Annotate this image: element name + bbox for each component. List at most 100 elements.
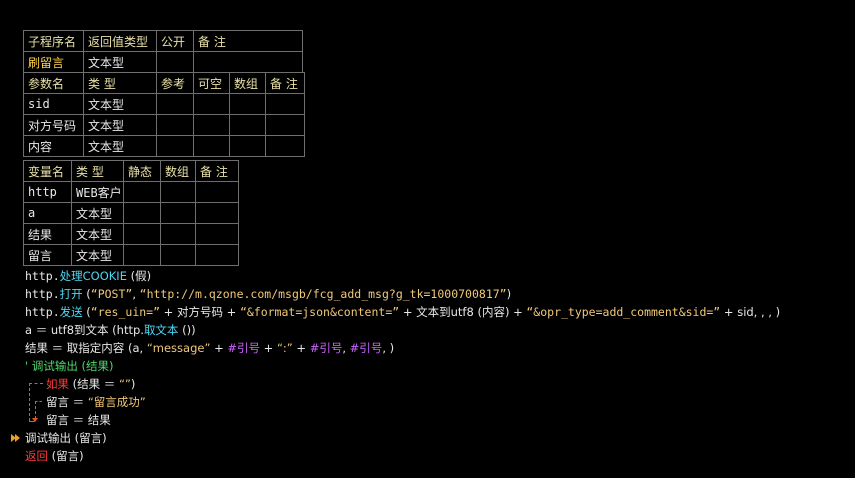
code-text: +: [260, 341, 277, 355]
var-name-cell[interactable]: http: [23, 181, 72, 203]
code-line-assign-success[interactable]: 留言 ＝ “留言成功”: [46, 394, 146, 410]
code-object: http.: [25, 305, 60, 319]
param-remark-cell[interactable]: [265, 135, 305, 157]
var-array-cell[interactable]: [160, 202, 196, 224]
param-remark-cell[interactable]: [265, 93, 305, 115]
table-row[interactable]: http WEB客户: [23, 181, 239, 203]
table-row[interactable]: 结果 文本型: [23, 223, 239, 245]
param-nullable-cell[interactable]: [193, 135, 230, 157]
var-static-cell[interactable]: [123, 181, 161, 203]
code-command: 处理COOKIE: [59, 269, 127, 283]
var-name-cell[interactable]: 结果: [23, 223, 72, 245]
public-cell[interactable]: [156, 51, 194, 73]
var-type-cell[interactable]: 文本型: [71, 223, 124, 245]
code-text: (结果 ＝: [69, 377, 119, 391]
code-keyword: 如果: [46, 377, 69, 391]
param-ref-cell[interactable]: [156, 93, 194, 115]
param-type-cell[interactable]: 文本型: [83, 135, 157, 157]
param-array-cell[interactable]: [229, 135, 266, 157]
code-string: “res_uin=”: [90, 305, 161, 319]
param-ref-cell[interactable]: [156, 135, 194, 157]
code-text: ): [130, 377, 136, 391]
param-nullable-cell[interactable]: [193, 114, 230, 136]
code-string: “message”: [146, 341, 211, 355]
var-array-cell[interactable]: [160, 181, 196, 203]
header-return-type: 返回值类型: [83, 30, 157, 52]
var-type-cell[interactable]: 文本型: [71, 244, 124, 266]
code-text: ): [506, 287, 512, 301]
code-text: + sid, , , ): [720, 305, 781, 319]
param-name-cell[interactable]: 内容: [23, 135, 84, 157]
flow-line-if: [29, 383, 30, 421]
param-type-cell[interactable]: 文本型: [83, 93, 157, 115]
table-row[interactable]: 内容 文本型: [23, 135, 305, 157]
code-text: (: [82, 305, 91, 319]
param-name-cell[interactable]: sid: [23, 93, 84, 115]
var-remark-cell[interactable]: [195, 223, 239, 245]
code-text: , ): [382, 341, 395, 355]
code-line-comment-debug[interactable]: ' 调试输出 (结果): [25, 358, 113, 374]
var-static-cell[interactable]: [123, 244, 161, 266]
code-string: “:”: [276, 341, 293, 355]
code-text: a ＝ utf8到文本 (http.: [25, 323, 144, 337]
code-line-if[interactable]: 如果 (结果 ＝ “”): [46, 376, 135, 392]
code-string: “&format=json&content=”: [239, 305, 400, 319]
header-nullable: 可空: [193, 72, 230, 94]
var-remark-cell[interactable]: [195, 244, 239, 266]
code-text: + 文本到utf8 (内容) +: [399, 305, 527, 319]
var-remark-cell[interactable]: [195, 202, 239, 224]
code-text: ,: [132, 287, 140, 301]
code-line-return[interactable]: 返回 (留言): [25, 448, 84, 464]
flow-line-then: [35, 401, 42, 402]
param-ref-cell[interactable]: [156, 114, 194, 136]
params-table: 参数名 类 型 参考 可空 数组 备 注 sid 文本型 对方号码 文本型 内容…: [23, 72, 305, 157]
header-static: 静态: [123, 160, 161, 182]
code-text: 留言 ＝: [46, 395, 88, 409]
code-text: + 对方号码 +: [160, 305, 240, 319]
param-nullable-cell[interactable]: [193, 93, 230, 115]
code-line-open[interactable]: http.打开 (“POST”, “http://m.qzone.com/msg…: [25, 286, 511, 302]
param-name-cell[interactable]: 对方号码: [23, 114, 84, 136]
code-line-assign-message[interactable]: 留言 ＝ 结果: [46, 412, 111, 428]
flow-line-then: [35, 401, 36, 419]
var-static-cell[interactable]: [123, 202, 161, 224]
code-constant: #引号: [349, 341, 383, 355]
code-line-debug-output[interactable]: 调试输出 (留言): [25, 430, 107, 446]
table-row[interactable]: a 文本型: [23, 202, 239, 224]
variables-table: 变量名 类 型 静态 数组 备 注 http WEB客户 a 文本型 结果 文本…: [23, 160, 239, 266]
var-name-cell[interactable]: 留言: [23, 244, 72, 266]
header-var-array: 数组: [160, 160, 196, 182]
code-text: (: [82, 287, 91, 301]
code-string: “留言成功”: [87, 395, 146, 409]
param-array-cell[interactable]: [229, 93, 266, 115]
header-array: 数组: [229, 72, 266, 94]
code-line-handle-cookie[interactable]: http.处理COOKIE (假): [25, 268, 151, 284]
var-static-cell[interactable]: [123, 223, 161, 245]
var-array-cell[interactable]: [160, 244, 196, 266]
var-remark-cell[interactable]: [195, 181, 239, 203]
param-array-cell[interactable]: [229, 114, 266, 136]
code-line-assign-a[interactable]: a ＝ utf8到文本 (http.取文本 ()): [25, 322, 196, 338]
code-line-send[interactable]: http.发送 (“res_uin=” + 对方号码 + “&format=js…: [25, 304, 780, 320]
table-row[interactable]: 对方号码 文本型: [23, 114, 305, 136]
var-name-cell[interactable]: a: [23, 202, 72, 224]
code-constant: #引号: [227, 341, 261, 355]
code-command: 发送: [59, 305, 83, 319]
var-type-cell[interactable]: 文本型: [71, 202, 124, 224]
subroutine-name-cell[interactable]: 刷留言: [23, 51, 84, 73]
table-row[interactable]: sid 文本型: [23, 93, 305, 115]
code-command: 取文本: [143, 323, 179, 337]
flow-line-if: [29, 383, 43, 384]
return-type-cell[interactable]: 文本型: [83, 51, 157, 73]
param-type-cell[interactable]: 文本型: [83, 114, 157, 136]
var-type-cell[interactable]: WEB客户: [71, 181, 124, 203]
header-public: 公开: [156, 30, 194, 52]
code-object: http.: [25, 287, 60, 301]
code-string: “&opr_type=add_comment&sid=”: [526, 305, 721, 319]
code-line-assign-result[interactable]: 结果 ＝ 取指定内容 (a, “message” + #引号 + “:” + #…: [25, 340, 394, 356]
remark-cell[interactable]: [193, 51, 303, 73]
table-row[interactable]: 留言 文本型: [23, 244, 239, 266]
var-array-cell[interactable]: [160, 223, 196, 245]
code-text: +: [210, 341, 228, 355]
param-remark-cell[interactable]: [265, 114, 305, 136]
